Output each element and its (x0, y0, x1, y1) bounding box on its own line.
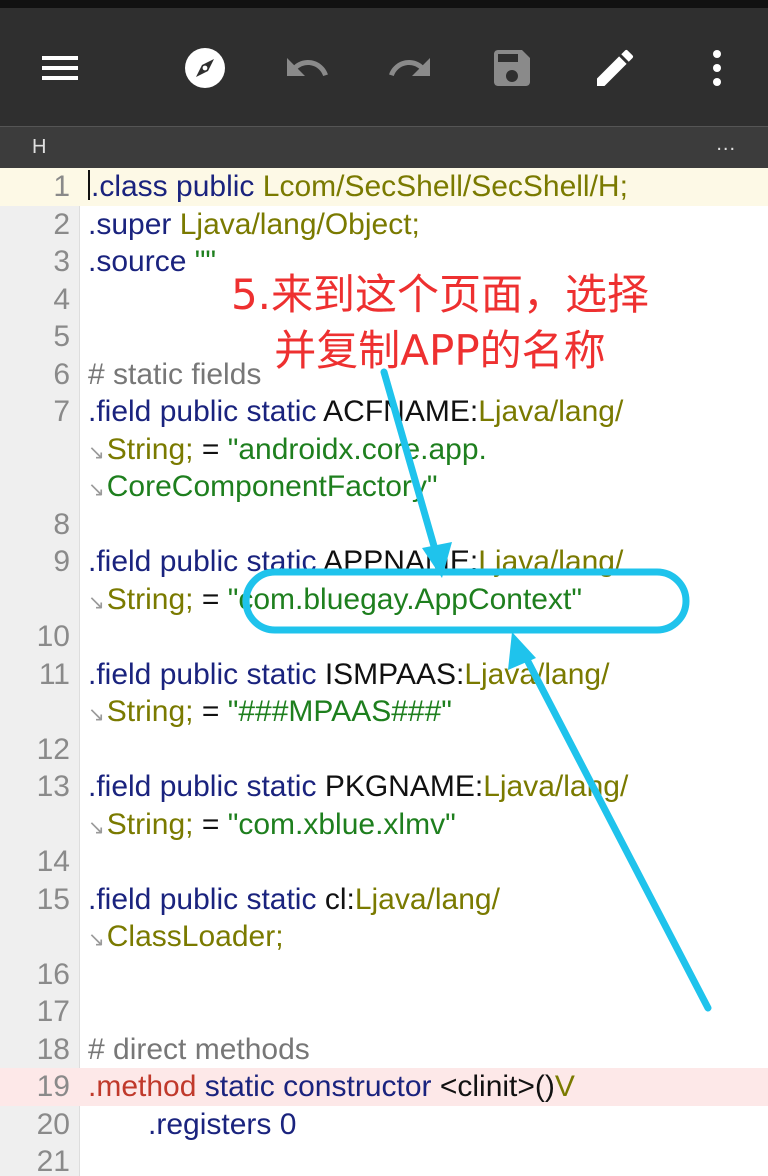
code-line-14[interactable]: 14 (0, 843, 768, 881)
line-number: 15 (36, 882, 70, 916)
code-line-11[interactable]: 11 .field public static ISMPAAS:Ljava/la… (0, 656, 768, 731)
line-number: 21 (36, 1145, 70, 1176)
navigate-button[interactable] (165, 28, 245, 108)
line-number: 3 (53, 245, 70, 278)
line-number: 11 (38, 657, 70, 691)
code-line-17[interactable]: 17 (0, 993, 768, 1031)
save-icon (494, 50, 530, 86)
code-text: .field public static ACFNAME:Ljava/lang/ (88, 395, 624, 428)
code-text: .field public static PKGNAME:Ljava/lang/ (88, 770, 629, 803)
line-number: 12 (36, 732, 70, 766)
code-text-wrap: ↘String; = "androidx.core.app. (88, 432, 487, 466)
line-number: 2 (53, 207, 70, 241)
file-tab-h[interactable]: H (32, 136, 46, 159)
code-text: .field public static ISMPAAS:Ljava/lang/ (88, 657, 610, 691)
code-line-10[interactable]: 10 (0, 618, 768, 656)
code-text: .field public static cl:Ljava/lang/ (88, 882, 500, 916)
code-text-wrap: ↘String; = "com.bluegay.AppContext" (88, 582, 582, 616)
line-number: 7 (53, 395, 70, 428)
save-button[interactable] (472, 28, 552, 108)
more-vert-icon (713, 50, 721, 86)
app-name-value[interactable]: "com.bluegay.AppContext" (228, 583, 582, 616)
undo-icon (287, 58, 328, 76)
wrap-indicator-icon: ↘ (88, 816, 105, 839)
annotation-text-line-2: 并复制APP的名称 (274, 326, 606, 375)
line-number: 19 (36, 1070, 70, 1103)
code-line-21[interactable]: 21 (0, 1143, 768, 1176)
line-number: 16 (36, 957, 70, 991)
line-number: 6 (53, 357, 70, 391)
code-text-wrap: ↘String; = "###MPAAS###" (88, 695, 452, 728)
code-text: .class public Lcom/SecShell/SecShell/H; (88, 168, 628, 206)
code-text: .method static constructor <clinit>()V (88, 1070, 575, 1103)
code-text-wrap: ↘CoreComponentFactory" (88, 470, 438, 503)
code-line-9[interactable]: 9 .field public static APPNAME:Ljava/lan… (0, 543, 768, 618)
code-line-7[interactable]: 7 .field public static ACFNAME:Ljava/lan… (0, 393, 768, 506)
line-number: 1 (53, 170, 70, 203)
line-number: 4 (53, 282, 70, 316)
code-line-2[interactable]: 2 .super Ljava/lang/Object; (0, 206, 768, 244)
code-line-20[interactable]: 20 .registers 0 (0, 1106, 768, 1144)
line-number: 17 (36, 995, 70, 1028)
wrap-indicator-icon: ↘ (88, 441, 105, 464)
line-number: 10 (36, 620, 70, 653)
wrap-indicator-icon: ↘ (88, 591, 105, 614)
code-line-8[interactable]: 8 (0, 506, 768, 544)
code-line-19[interactable]: 19 .method static constructor <clinit>()… (0, 1068, 768, 1106)
compass-icon (185, 48, 225, 88)
line-number: 20 (36, 1107, 70, 1141)
code-text: .super Ljava/lang/Object; (88, 207, 420, 241)
line-number: 13 (36, 770, 70, 803)
edit-button[interactable] (575, 28, 655, 108)
menu-button[interactable] (20, 28, 100, 108)
code-line-16[interactable]: 16 (0, 956, 768, 994)
line-number: 14 (36, 845, 70, 878)
code-line-18[interactable]: 18 # direct methods (0, 1031, 768, 1069)
wrap-indicator-icon: ↘ (88, 929, 105, 951)
code-text: .registers 0 (148, 1107, 297, 1141)
tab-overflow-button[interactable]: ... (716, 133, 736, 156)
redo-icon (389, 58, 430, 76)
line-number: 5 (53, 320, 70, 353)
wrap-indicator-icon: ↘ (88, 479, 105, 501)
wrap-indicator-icon: ↘ (88, 704, 105, 726)
undo-button[interactable] (267, 28, 347, 108)
code-text-wrap: ↘ClassLoader; (88, 920, 284, 953)
code-text-wrap: ↘String; = "com.xblue.xlmv" (88, 807, 456, 841)
menu-icon (42, 56, 78, 80)
code-line-15[interactable]: 15 .field public static cl:Ljava/lang/ ↘… (0, 881, 768, 956)
code-comment: # direct methods (88, 1032, 310, 1066)
line-number: 18 (36, 1032, 70, 1066)
edit-icon (597, 49, 634, 86)
text-caret (88, 170, 90, 200)
annotation-text-line-1: 5.来到这个页面，选择 (230, 270, 650, 319)
code-line-13[interactable]: 13 .field public static PKGNAME:Ljava/la… (0, 768, 768, 843)
file-tab-bar: H ... (0, 126, 768, 168)
code-line-1[interactable]: 1 .class public Lcom/SecShell/SecShell/H… (0, 168, 768, 206)
status-bar (0, 0, 768, 8)
code-text: .field public static APPNAME:Ljava/lang/ (88, 545, 624, 578)
more-options-button[interactable] (677, 28, 757, 108)
redo-button[interactable] (370, 28, 450, 108)
editor-toolbar (0, 8, 768, 126)
line-number: 8 (53, 507, 70, 541)
code-line-12[interactable]: 12 (0, 731, 768, 769)
line-number: 9 (53, 545, 70, 578)
